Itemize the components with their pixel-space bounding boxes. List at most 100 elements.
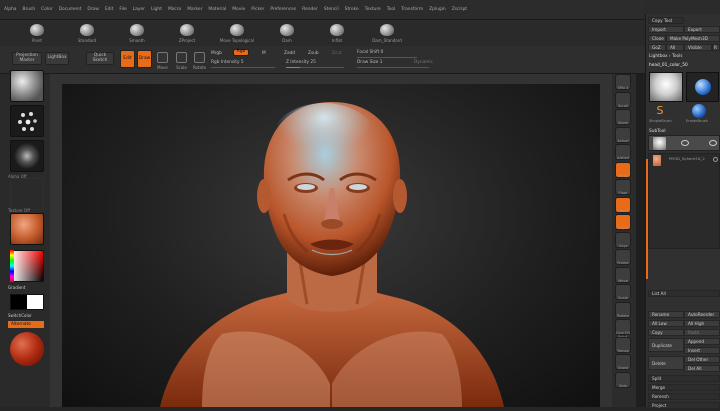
mrgb-button[interactable]: Mrgb	[211, 50, 222, 57]
menu-item-picker[interactable]: Picker	[251, 7, 264, 12]
autoreorder-button[interactable]: AutoReorder	[684, 311, 720, 318]
brush-dam[interactable]: Dam	[262, 20, 312, 46]
material-sphere-preview[interactable]	[10, 332, 44, 366]
rotate-button[interactable]: Rotate	[192, 48, 207, 70]
all-low-button[interactable]: All Low	[648, 320, 684, 327]
all-high-button[interactable]: All High	[684, 320, 720, 327]
menu-item-alpha[interactable]: Alpha	[4, 7, 16, 12]
tool-thumb-polysphere[interactable]	[686, 72, 719, 102]
current-brush-thumbnail[interactable]	[10, 70, 44, 102]
document-canvas[interactable]	[62, 84, 600, 407]
brush-dam_standard[interactable]: Dam_Standard	[362, 20, 412, 46]
draw-size-slider[interactable]: Draw Size 1	[357, 59, 383, 66]
lightbox-tools-label[interactable]: Lightbox › Tools	[649, 54, 683, 59]
paste-button[interactable]: Paste	[684, 329, 720, 336]
del-all-button[interactable]: Del All	[684, 365, 720, 372]
rgb-button[interactable]: Rgb	[233, 49, 249, 56]
copy-button[interactable]: Copy	[648, 329, 684, 336]
split-button[interactable]: Split	[648, 375, 720, 382]
copy-tool-button[interactable]: Copy Tool	[648, 17, 684, 24]
draw-button[interactable]: Draw	[137, 50, 152, 68]
switch-color-label[interactable]: SwitchColor	[8, 313, 32, 318]
project-button[interactable]: Project	[648, 402, 720, 409]
eye-icon[interactable]	[681, 140, 689, 146]
move-button[interactable]: Move	[155, 48, 170, 70]
simplebrush-icon[interactable]: S	[652, 104, 668, 118]
all-button[interactable]: All	[666, 44, 684, 51]
hue-strip[interactable]	[10, 250, 14, 282]
goz-button[interactable]: GoZ	[648, 44, 666, 51]
lightbox-button[interactable]: LightBox	[45, 52, 69, 65]
alpha-thumbnail[interactable]	[10, 140, 44, 172]
brush-inflat[interactable]: Inflat	[312, 20, 362, 46]
subtool-header[interactable]: SubTool	[649, 129, 666, 134]
menu-item-macro[interactable]: Macro	[168, 7, 181, 12]
stroke-thumbnail[interactable]	[10, 105, 44, 137]
r-button[interactable]: R	[712, 44, 720, 51]
subtool-item-eye-icon[interactable]	[713, 157, 718, 162]
brush-smooth[interactable]: Smooth	[112, 20, 162, 46]
visibility-toggle-icon[interactable]	[709, 140, 717, 146]
visible-button[interactable]: Visible	[684, 44, 712, 51]
menu-item-color[interactable]: Color	[41, 7, 52, 12]
rename-button[interactable]: Rename	[648, 311, 684, 318]
menu-item-stroke[interactable]: Stroke	[345, 7, 359, 12]
menu-item-movie[interactable]: Movie	[232, 7, 245, 12]
merge-button[interactable]: Merge	[648, 384, 720, 391]
brush-paint[interactable]: Paint	[12, 20, 62, 46]
m-button[interactable]: M	[262, 50, 266, 57]
export-button[interactable]: Export	[684, 26, 720, 33]
duplicate-button[interactable]: Duplicate	[648, 338, 684, 352]
projection-master-button[interactable]: Projection Master	[12, 52, 42, 65]
dynamic-button[interactable]: Dynamic	[414, 59, 433, 66]
brush-standard[interactable]: Standard	[62, 20, 112, 46]
menu-item-layer[interactable]: Layer	[133, 7, 145, 12]
tool-thumb-head[interactable]	[649, 72, 683, 102]
menu-item-draw[interactable]: Draw	[87, 7, 98, 12]
menu-item-transform[interactable]: Transform	[401, 7, 423, 12]
brush-move-topological[interactable]: Move Topological	[212, 20, 262, 46]
menu-item-material[interactable]: Material	[208, 7, 226, 12]
make-polymesh-button[interactable]: Make PolyMesh3D	[666, 35, 720, 42]
texture-thumbnail[interactable]	[10, 178, 44, 210]
menu-item-zscript[interactable]: Zscript	[452, 7, 467, 12]
del-other-button[interactable]: Del Other	[684, 356, 720, 363]
subtool-item-name[interactable]: PM3D_Sphere3D_2	[669, 156, 705, 161]
list-all-button[interactable]: List All	[648, 290, 720, 297]
insert-button[interactable]: Insert	[684, 347, 720, 354]
menu-item-zplugin[interactable]: Zplugin	[429, 7, 446, 12]
material-thumbnail[interactable]	[10, 213, 44, 245]
focal-shift-slider[interactable]: Focal Shift 0	[357, 49, 383, 56]
viewport-scrollbar[interactable]	[636, 74, 645, 407]
menu-item-light[interactable]: Light	[151, 7, 162, 12]
scale-button[interactable]: Scale	[174, 48, 189, 70]
menu-item-marker[interactable]: Marker	[187, 7, 202, 12]
zcut-button[interactable]: Zcut	[332, 50, 342, 57]
import-button[interactable]: Import	[648, 26, 684, 33]
menu-item-render[interactable]: Render	[302, 7, 318, 12]
quick-sketch-button[interactable]: Quick Sketch	[86, 52, 114, 65]
clone-button[interactable]: Clone	[648, 35, 666, 42]
brush-zproject[interactable]: ZProject	[162, 20, 212, 46]
main-secondary-color-swatch[interactable]	[10, 294, 44, 310]
delete-button[interactable]: Delete	[648, 356, 684, 370]
menu-item-edit[interactable]: Edit	[105, 7, 114, 12]
zsub-button[interactable]: Zsub	[308, 50, 319, 57]
color-picker[interactable]	[10, 250, 44, 282]
menu-item-preferences[interactable]: Preferences	[270, 7, 296, 12]
remesh-button[interactable]: Remesh	[648, 393, 720, 400]
zadd-button[interactable]: Zadd	[284, 50, 295, 57]
alternate-button[interactable]: Alternate	[8, 321, 44, 328]
menu-item-texture[interactable]: Texture	[365, 7, 381, 12]
menu-item-file[interactable]: File	[119, 7, 126, 12]
menu-item-tool[interactable]: Tool	[387, 7, 396, 12]
subtool-active-row[interactable]	[648, 135, 720, 151]
menu-item-stencil[interactable]: Stencil	[324, 7, 339, 12]
menu-item-brush[interactable]: Brush	[22, 7, 35, 12]
menu-item-document[interactable]: Document	[59, 7, 82, 12]
z-intensity-slider[interactable]: Z Intensity 25	[286, 59, 316, 66]
append-button[interactable]: Append	[684, 338, 720, 345]
rgb-intensity-slider[interactable]: Rgb Intensity 5	[211, 59, 244, 66]
eraserbrush-icon[interactable]	[692, 104, 706, 118]
edit-button[interactable]: Edit	[120, 50, 135, 68]
